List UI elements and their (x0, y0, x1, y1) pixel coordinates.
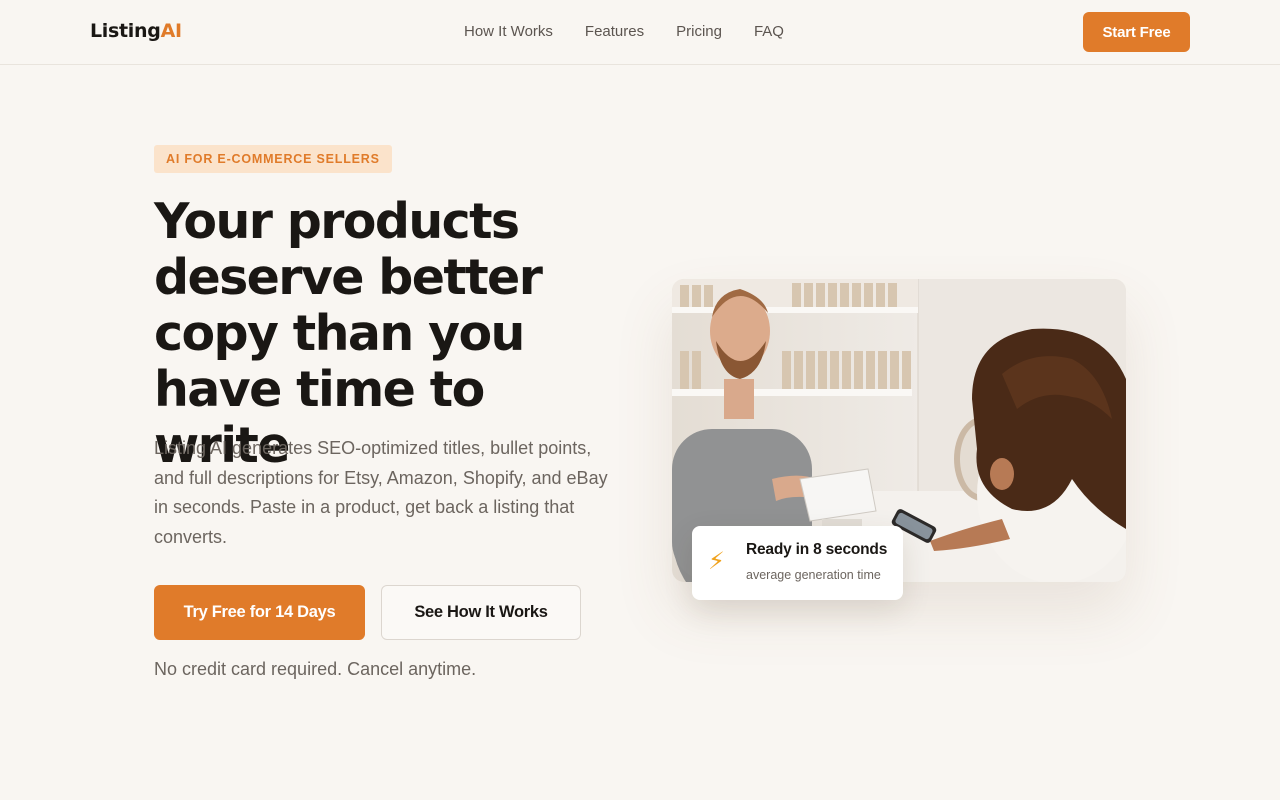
try-free-button[interactable]: Try Free for 14 Days (154, 585, 365, 640)
hero-fine-print: No credit card required. Cancel anytime. (154, 659, 477, 679)
hero-subtext: Listing AI generates SEO-optimized title… (154, 438, 608, 547)
main-nav: How It Works Features Pricing FAQ (464, 22, 816, 42)
logo-text: Listing (90, 20, 161, 42)
hero-headline: Your products deserve better copy than y… (154, 193, 543, 474)
logo[interactable]: ListingAI (90, 20, 182, 42)
stat-subtitle: average generation time (746, 568, 881, 582)
nav-faq[interactable]: FAQ (754, 22, 784, 42)
see-how-it-works-button[interactable]: See How It Works (381, 585, 581, 640)
nav-how-it-works[interactable]: How It Works (464, 22, 553, 42)
nav-pricing[interactable]: Pricing (676, 22, 722, 42)
site-header: ListingAI How It Works Features Pricing … (0, 0, 1280, 65)
lightning-icon: ⚡ (708, 548, 725, 575)
start-free-button[interactable]: Start Free (1083, 12, 1190, 52)
stat-title: Ready in 8 seconds (746, 541, 888, 558)
logo-accent: AI (160, 20, 182, 42)
nav-features[interactable]: Features (585, 22, 644, 42)
hero-badge: AI FOR E-COMMERCE SELLERS (154, 145, 392, 173)
stat-card: ⚡ Ready in 8 seconds average generation … (692, 526, 903, 600)
